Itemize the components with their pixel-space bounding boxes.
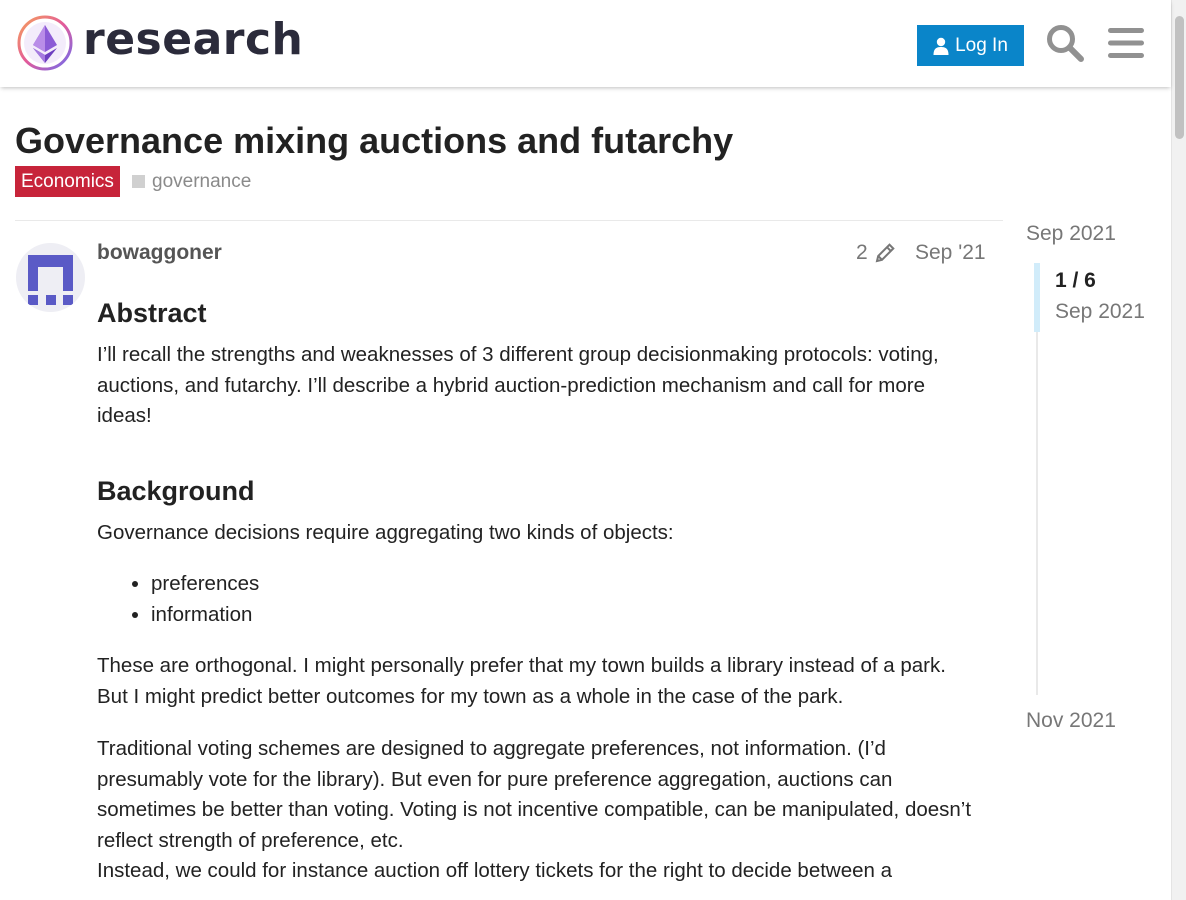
tag-square-icon bbox=[132, 175, 145, 188]
user-icon bbox=[933, 37, 949, 55]
topic-divider bbox=[15, 220, 1003, 221]
abstract-heading: Abstract bbox=[97, 298, 207, 328]
post-date[interactable]: Sep '21 bbox=[915, 241, 986, 265]
background-heading: Background bbox=[97, 475, 255, 506]
site-logo[interactable]: research bbox=[16, 14, 303, 72]
scrollbar-thumb[interactable] bbox=[1175, 16, 1184, 139]
instead-paragraph: Instead, we could for instance auction o… bbox=[97, 859, 893, 882]
category-badge[interactable]: Economics bbox=[15, 166, 120, 197]
search-icon[interactable] bbox=[1044, 22, 1086, 64]
hamburger-menu-icon[interactable] bbox=[1105, 22, 1147, 64]
timeline-position-date: Sep 2021 bbox=[1055, 300, 1145, 323]
site-header: research Log In bbox=[0, 0, 1171, 87]
ethereum-logo-icon bbox=[17, 15, 73, 71]
background-intro: Governance decisions require aggregating… bbox=[97, 520, 674, 544]
login-label: Log In bbox=[955, 34, 1008, 56]
page-scrollbar[interactable] bbox=[1171, 0, 1186, 900]
timeline-position: 1 / 6 bbox=[1055, 269, 1096, 292]
timeline-scroll-handle[interactable] bbox=[1034, 263, 1040, 332]
post-username[interactable]: bowaggoner bbox=[97, 241, 222, 265]
voting-paragraph: Traditional voting schemes are designed … bbox=[97, 737, 972, 852]
pencil-icon bbox=[875, 243, 895, 263]
timeline-start-date[interactable]: Sep 2021 bbox=[1026, 222, 1116, 246]
orthogonal-paragraph: These are orthogonal. I might personally… bbox=[97, 654, 946, 708]
abstract-paragraph: I’ll recall the strengths and weaknesses… bbox=[97, 343, 939, 427]
edit-count: 2 bbox=[856, 241, 868, 264]
edit-history-button[interactable]: 2 bbox=[856, 241, 896, 265]
tag-label: governance bbox=[152, 170, 252, 192]
logo-text: research bbox=[83, 14, 304, 65]
topic-title[interactable]: Governance mixing auctions and futarchy bbox=[15, 120, 733, 162]
tag-governance[interactable]: governance bbox=[132, 166, 251, 197]
post-body: Abstract I’ll recall the strengths and w… bbox=[97, 294, 977, 887]
timeline-end-date[interactable]: Nov 2021 bbox=[1026, 709, 1116, 733]
list-item: information bbox=[151, 600, 977, 631]
list-item: preferences bbox=[151, 569, 977, 600]
objects-list: preferences information bbox=[151, 569, 977, 630]
login-button[interactable]: Log In bbox=[917, 25, 1024, 66]
avatar[interactable] bbox=[16, 243, 85, 312]
